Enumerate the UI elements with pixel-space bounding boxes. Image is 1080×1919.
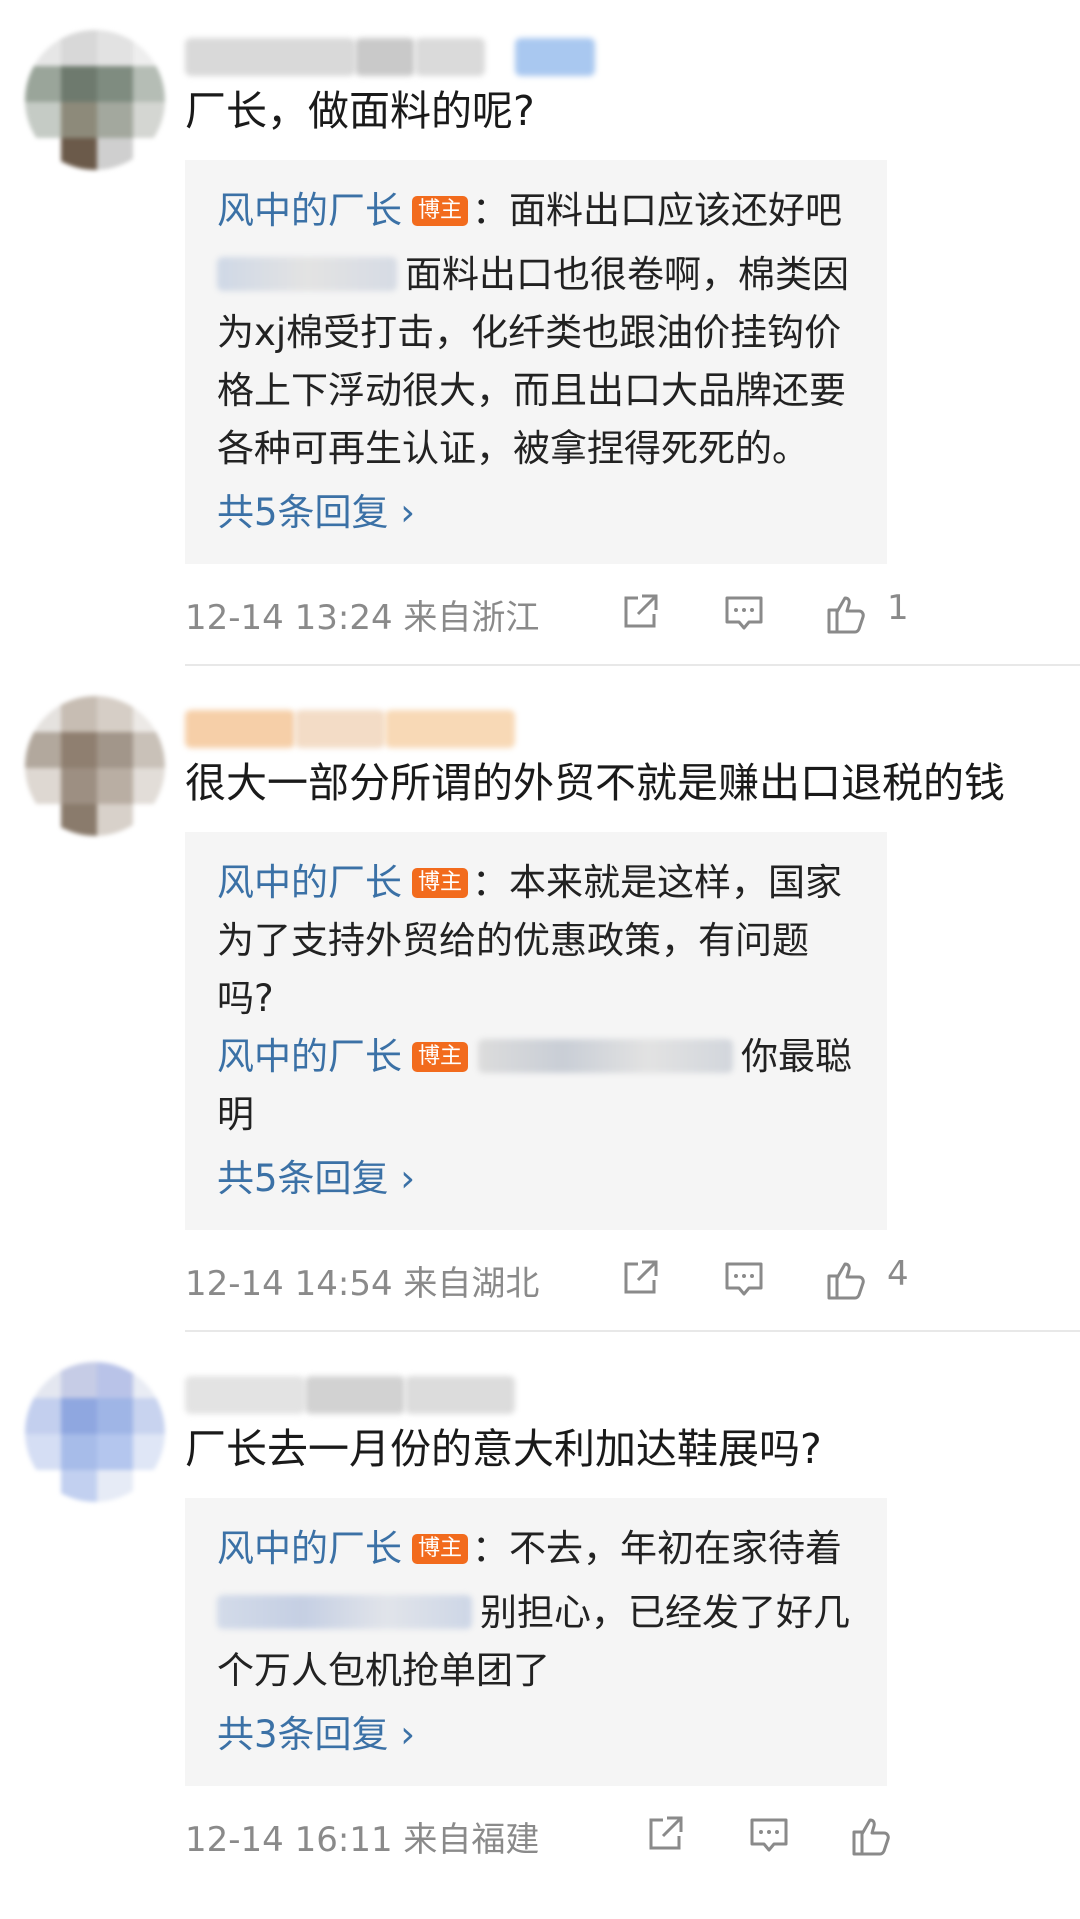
- sub-reply-line: 面料出口也很卷啊，棉类因为xj棉受打击，化纤类也跟油价挂钩价格上下浮动很大，而且…: [217, 246, 859, 478]
- location: 来自浙江: [403, 598, 540, 638]
- timestamp-location: 12-14 13:24 来自浙江: [185, 590, 539, 639]
- share-icon[interactable]: [645, 1814, 685, 1858]
- like-count: 4: [887, 1254, 909, 1294]
- reply-box[interactable]: 风中的厂长 博主 ：不去，年初在家待着 别担心，已经发了好几个万人包机抢单团了 共3…: [185, 1498, 887, 1786]
- comment-item: 很大一部分所谓的外贸不就是赚出口退税的钱 风中的厂长 博主 ：本来就是这样，国家为了…: [0, 666, 1080, 1330]
- blurred-username[interactable]: [217, 257, 397, 291]
- sub-reply-line: 别担心，已经发了好几个万人包机抢单团了: [217, 1584, 859, 1700]
- comment-list: 厂长，做面料的呢? 风中的厂长 博主 ：面料出口应该还好吧 面料出口也很卷啊，棉类因…: [0, 0, 1080, 1919]
- reply-text: ：不去，年初在家待着: [472, 1527, 843, 1570]
- blogger-badge: 博主: [412, 1042, 469, 1072]
- reply-author[interactable]: 风中的厂长: [217, 861, 402, 904]
- reply-author[interactable]: 风中的厂长: [217, 1527, 402, 1570]
- comment-icon[interactable]: [723, 1258, 765, 1302]
- comment-item: 厂长去一月份的意大利加达鞋展吗? 风中的厂长 博主 ：不去，年初在家待着 别担心，已…: [0, 1332, 1080, 1886]
- avatar[interactable]: [25, 30, 165, 170]
- comment-icon[interactable]: [723, 592, 765, 636]
- thumbs-up-icon[interactable]: [825, 592, 869, 636]
- location: 来自湖北: [403, 1264, 540, 1304]
- timestamp-location: 12-14 14:54 来自湖北: [185, 1256, 539, 1305]
- sub-reply-line: 风中的厂长 博主 你最聪明: [217, 1028, 859, 1144]
- reply-text: ：面料出口应该还好吧: [472, 189, 843, 232]
- username-row[interactable]: [185, 690, 1050, 750]
- location: 来自福建: [403, 1820, 540, 1860]
- timestamp: 12-14 13:24: [185, 598, 393, 638]
- blogger-badge: 博主: [412, 196, 469, 226]
- comment-meta: 12-14 13:24 来自浙江 1: [185, 564, 1050, 664]
- more-replies-link[interactable]: 共3条回复 ›: [217, 1706, 859, 1764]
- timestamp-location: 12-14 16:11 来自福建: [185, 1812, 539, 1861]
- reply-box[interactable]: 风中的厂长 博主 ：本来就是这样，国家为了支持外贸给的优惠政策，有问题吗? 风中的厂…: [185, 832, 887, 1230]
- sub-reply-author[interactable]: 风中的厂长: [217, 1035, 402, 1078]
- thumbs-up-icon[interactable]: [825, 1258, 869, 1302]
- blurred-username[interactable]: [217, 1595, 472, 1629]
- reply-line: 风中的厂长 博主 ：不去，年初在家待着: [217, 1520, 859, 1578]
- share-icon[interactable]: [620, 592, 660, 636]
- timestamp: 12-14 14:54: [185, 1264, 393, 1304]
- comment-icon[interactable]: [748, 1814, 790, 1858]
- reply-author[interactable]: 风中的厂长: [217, 189, 402, 232]
- blogger-badge: 博主: [412, 868, 469, 898]
- comment-text: 很大一部分所谓的外贸不就是赚出口退税的钱: [185, 759, 1005, 807]
- reply-box[interactable]: 风中的厂长 博主 ：面料出口应该还好吧 面料出口也很卷啊，棉类因为xj棉受打击，化纤…: [185, 160, 887, 564]
- username-row[interactable]: [185, 1356, 1050, 1416]
- blogger-badge: 博主: [412, 1534, 469, 1564]
- like-count: 1: [887, 588, 909, 628]
- thumbs-up-icon[interactable]: [850, 1814, 894, 1858]
- avatar[interactable]: [25, 696, 165, 836]
- username-row[interactable]: [185, 18, 1050, 78]
- comment-text: 厂长去一月份的意大利加达鞋展吗?: [185, 1425, 822, 1473]
- reply-line: 风中的厂长 博主 ：面料出口应该还好吧: [217, 182, 859, 240]
- comment-item: 厂长，做面料的呢? 风中的厂长 博主 ：面料出口应该还好吧 面料出口也很卷啊，棉类因…: [0, 0, 1080, 664]
- comment-text: 厂长，做面料的呢?: [185, 87, 535, 135]
- comment-meta: 12-14 14:54 来自湖北 4: [185, 1230, 1050, 1330]
- timestamp: 12-14 16:11: [185, 1820, 393, 1860]
- comment-meta: 12-14 16:11 来自福建: [185, 1786, 1050, 1886]
- share-icon[interactable]: [620, 1258, 660, 1302]
- blurred-username[interactable]: [478, 1039, 734, 1073]
- reply-line: 风中的厂长 博主 ：本来就是这样，国家为了支持外贸给的优惠政策，有问题吗?: [217, 854, 859, 1028]
- more-replies-link[interactable]: 共5条回复 ›: [217, 484, 859, 542]
- avatar[interactable]: [25, 1362, 165, 1502]
- more-replies-link[interactable]: 共5条回复 ›: [217, 1150, 859, 1208]
